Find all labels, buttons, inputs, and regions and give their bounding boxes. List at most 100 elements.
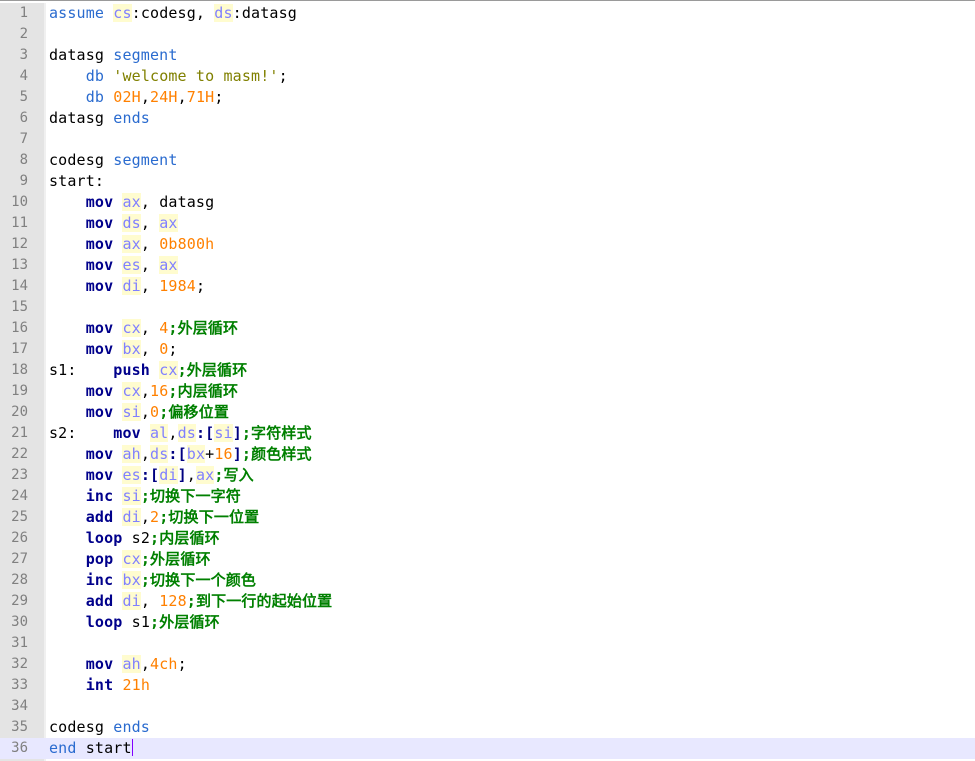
instruction-token: mov — [113, 424, 141, 442]
line-code[interactable]: assume cs:codesg, ds:datasg — [49, 3, 297, 24]
line-code[interactable]: mov ax, 0b800h — [49, 234, 214, 255]
code-line[interactable]: 27 pop cx;外层循环 — [0, 549, 975, 570]
code-line[interactable]: 14 mov di, 1984; — [0, 276, 975, 297]
code-line[interactable]: 21 s2: mov al,ds:[si];字符样式 — [0, 423, 975, 444]
register-token: di — [122, 508, 141, 526]
line-code[interactable]: add di,2;切换下一位置 — [49, 507, 259, 528]
line-code[interactable]: db 02H,24H,71H; — [49, 87, 224, 108]
line-code[interactable]: loop s1;外层循环 — [49, 612, 220, 633]
line-code[interactable]: db 'welcome to masm!'; — [49, 66, 288, 87]
line-code[interactable]: end start — [49, 738, 133, 759]
register-token: di — [122, 277, 141, 295]
line-code[interactable]: datasg ends — [49, 108, 150, 129]
code-line[interactable]: 7 — [0, 129, 975, 150]
line-code[interactable]: int 21h — [49, 675, 150, 696]
code-line[interactable]: 35 codesg ends — [0, 717, 975, 738]
code-line[interactable]: 30 loop s1;外层循环 — [0, 612, 975, 633]
line-code[interactable]: pop cx;外层循环 — [49, 549, 211, 570]
code-line[interactable]: 25 add di,2;切换下一位置 — [0, 507, 975, 528]
register-token: bx — [186, 445, 206, 463]
number-token: 24H — [150, 88, 178, 106]
line-code[interactable]: s2: mov al,ds:[si];字符样式 — [49, 423, 312, 444]
code-text: start — [76, 739, 132, 757]
code-line[interactable]: 33 int 21h — [0, 675, 975, 696]
line-code[interactable]: mov di, 1984; — [49, 276, 205, 297]
line-code[interactable]: mov es, ax — [49, 255, 178, 276]
code-line[interactable]: 20 mov si,0;偏移位置 — [0, 402, 975, 423]
line-code[interactable]: add di, 128;到下一行的起始位置 — [49, 591, 332, 612]
line-code[interactable]: start: — [49, 171, 104, 192]
line-code[interactable]: s1: push cx;外层循环 — [49, 360, 247, 381]
line-number: 1 — [19, 5, 28, 21]
instruction-token: mov — [85, 235, 114, 253]
code-line[interactable]: 5 db 02H,24H,71H; — [0, 87, 975, 108]
code-line[interactable]: 9 start: — [0, 171, 975, 192]
register-token: ds — [177, 424, 196, 442]
comment-token: ;外层循环 — [177, 361, 248, 379]
bracket-token: ] — [177, 466, 187, 484]
code-line[interactable]: 4 db 'welcome to masm!'; — [0, 66, 975, 87]
code-line[interactable]: 32 mov ah,4ch; — [0, 654, 975, 675]
line-code[interactable]: mov bx, 0; — [49, 339, 178, 360]
code-line[interactable]: 11 mov ds, ax — [0, 213, 975, 234]
code-lines[interactable]: 1 assume cs:codesg, ds:datasg 2 3 datasg seg… — [0, 3, 975, 759]
code-line[interactable]: 23 mov es:[di],ax;写入 — [0, 465, 975, 486]
comment-token: ;切换下一字符 — [140, 487, 241, 505]
code-line[interactable]: 19 mov cx,16;内层循环 — [0, 381, 975, 402]
code-line[interactable]: 29 add di, 128;到下一行的起始位置 — [0, 591, 975, 612]
line-code[interactable]: loop s2;内层循环 — [49, 528, 220, 549]
code-line[interactable]: 8 codesg segment — [0, 150, 975, 171]
code-line[interactable]: 10 mov ax, datasg — [0, 192, 975, 213]
line-code[interactable]: inc bx;切换下一个颜色 — [49, 570, 256, 591]
register-token: cs — [113, 4, 132, 22]
line-code[interactable]: mov cx,16;内层循环 — [49, 381, 238, 402]
comment-token: ;内层循环 — [150, 529, 220, 547]
code-line[interactable]: 34 — [0, 696, 975, 717]
code-line[interactable]: 22 mov ah,ds:[bx+16];颜色样式 — [0, 444, 975, 465]
line-number: 19 — [11, 383, 28, 399]
line-code[interactable]: codesg ends — [49, 717, 150, 738]
line-code[interactable]: mov es:[di],ax;写入 — [49, 465, 254, 486]
code-line[interactable]: 12 mov ax, 0b800h — [0, 234, 975, 255]
code-line[interactable]: 24 inc si;切换下一字符 — [0, 486, 975, 507]
line-code[interactable]: mov ah,4ch; — [49, 654, 187, 675]
code-line[interactable]: 18 s1: push cx;外层循环 — [0, 360, 975, 381]
code-line[interactable]: 1 assume cs:codesg, ds:datasg — [0, 3, 975, 24]
code-line[interactable]: 16 mov cx, 4;外层循环 — [0, 318, 975, 339]
line-code[interactable]: mov cx, 4;外层循环 — [49, 318, 238, 339]
line-number: 3 — [19, 47, 28, 63]
line-number: 29 — [11, 593, 28, 609]
code-line[interactable]: 26 loop s2;内层循环 — [0, 528, 975, 549]
code-line[interactable]: 31 — [0, 633, 975, 654]
line-code[interactable]: inc si;切换下一字符 — [49, 486, 241, 507]
line-code[interactable]: datasg segment — [49, 45, 178, 66]
code-line[interactable]: 6 datasg ends — [0, 108, 975, 129]
line-code[interactable]: mov ah,ds:[bx+16];颜色样式 — [49, 444, 312, 465]
code-text: s1 — [122, 613, 151, 631]
line-code[interactable]: mov ds, ax — [49, 213, 178, 234]
code-line[interactable]: 28 inc bx;切换下一个颜色 — [0, 570, 975, 591]
code-line[interactable]: 17 mov bx, 0; — [0, 339, 975, 360]
line-code[interactable]: codesg segment — [49, 150, 178, 171]
line-code[interactable]: mov si,0;偏移位置 — [49, 402, 229, 423]
code-line[interactable]: 2 — [0, 24, 975, 45]
code-text: , — [140, 508, 151, 526]
code-text: :codesg, — [131, 4, 215, 22]
code-line[interactable]: 13 mov es, ax — [0, 255, 975, 276]
line-code[interactable]: mov ax, datasg — [49, 192, 214, 213]
code-editor[interactable]: 1 assume cs:codesg, ds:datasg 2 3 datasg seg… — [0, 0, 975, 761]
comment-token: ;字符样式 — [241, 424, 312, 442]
code-line[interactable]: 36 end start — [0, 738, 975, 759]
code-text: , — [140, 256, 160, 274]
line-number: 17 — [11, 341, 28, 357]
code-line[interactable]: 3 datasg segment — [0, 45, 975, 66]
code-line[interactable]: 15 — [0, 297, 975, 318]
